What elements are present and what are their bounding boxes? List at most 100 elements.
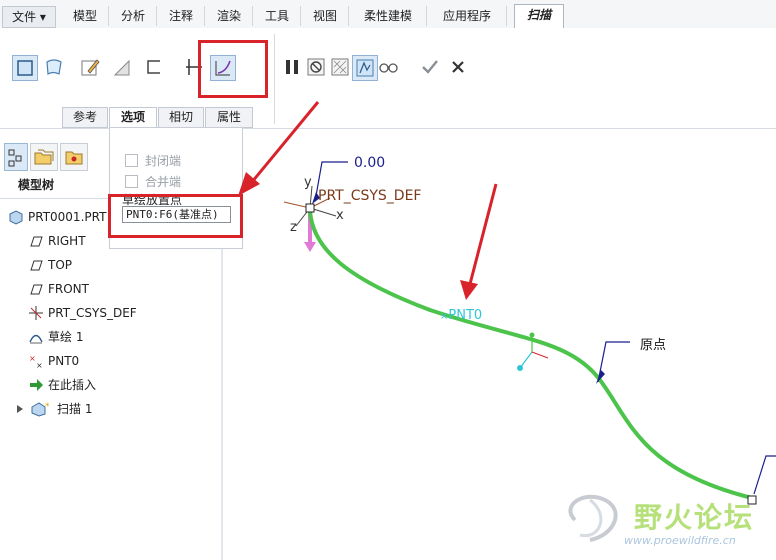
subtab-references[interactable]: 参考 bbox=[62, 107, 108, 128]
subtab-options[interactable]: 选项 bbox=[109, 107, 157, 128]
folder-browser-tab[interactable] bbox=[30, 143, 58, 171]
pencil-icon bbox=[81, 59, 100, 76]
variable-section-highlight bbox=[198, 40, 268, 98]
origin-leader-arrow bbox=[596, 370, 605, 384]
watermark-brand: 野火论坛 bbox=[634, 501, 755, 534]
tree-item-top[interactable]: TOP bbox=[48, 256, 72, 274]
ribbon-tab-bar: 文件 ▾ 模型 分析 注释 渲染 工具 视图 柔性建模 应用程序 扫描 bbox=[0, 0, 776, 29]
subtab-tangency[interactable]: 相切 bbox=[158, 107, 204, 128]
datum-plane-icon bbox=[30, 284, 43, 295]
tab-render[interactable]: 渲染 bbox=[206, 6, 253, 26]
glasses-icon bbox=[379, 63, 398, 73]
close-icon bbox=[452, 61, 464, 73]
csys-icon bbox=[29, 306, 43, 320]
watermark-url: www.proewildfire.cn bbox=[624, 534, 736, 547]
preview-mesh-button[interactable] bbox=[328, 55, 352, 79]
merge-ends-label: 合并端 bbox=[145, 175, 182, 189]
favorites-icon bbox=[65, 151, 83, 165]
tree-item-front[interactable]: FRONT bbox=[48, 280, 89, 298]
verify-preview-icon bbox=[356, 59, 374, 77]
no-preview-button[interactable] bbox=[304, 55, 328, 79]
svg-text:*: * bbox=[45, 402, 50, 412]
pnt0-handle[interactable] bbox=[517, 365, 523, 371]
ok-button[interactable] bbox=[418, 55, 442, 79]
solid-icon bbox=[17, 60, 33, 76]
sweep-feature-icon: * bbox=[31, 402, 50, 417]
insert-arrow-icon bbox=[30, 379, 43, 391]
sketch-button[interactable] bbox=[78, 55, 102, 79]
dimension-value[interactable]: 0.00 bbox=[354, 155, 385, 171]
datum-plane-icon bbox=[30, 236, 43, 247]
model-tree-title: 模型树 bbox=[18, 178, 55, 192]
start-direction-arrowhead bbox=[304, 242, 316, 252]
model-tree-tab[interactable] bbox=[4, 143, 28, 171]
csys-orange-axis bbox=[283, 201, 311, 209]
favorites-tab[interactable] bbox=[60, 143, 88, 171]
watermark-logo-inner bbox=[579, 498, 603, 538]
origin-label: 原点 bbox=[640, 338, 667, 353]
closed-ends-label: 封闭端 bbox=[145, 154, 182, 168]
solid-button[interactable] bbox=[12, 55, 38, 81]
tree-item-part[interactable]: PRT0001.PRT bbox=[28, 208, 106, 226]
tab-flexible-modeling[interactable]: 柔性建模 bbox=[350, 6, 427, 26]
tab-sweep[interactable]: 扫描 bbox=[514, 4, 564, 29]
end-leader bbox=[753, 455, 776, 495]
point-normal-line bbox=[519, 351, 533, 369]
tree-item-sketch[interactable]: 草绘 1 bbox=[48, 328, 83, 346]
callout-arrowhead-pnt0 bbox=[460, 280, 478, 300]
mesh-preview-icon bbox=[331, 58, 349, 76]
no-preview-icon bbox=[307, 58, 325, 76]
trajectory-start-handle[interactable] bbox=[305, 203, 315, 213]
checkmark-icon bbox=[422, 60, 438, 74]
cancel-button[interactable] bbox=[446, 55, 470, 79]
svg-text:×: × bbox=[29, 354, 36, 363]
svg-text:×: × bbox=[36, 361, 43, 369]
pnt0-label: ×PNT0 bbox=[440, 308, 483, 323]
verify-preview-button[interactable] bbox=[352, 55, 378, 81]
csys-x-axis bbox=[309, 207, 337, 217]
remove-material-button[interactable] bbox=[110, 55, 134, 79]
glasses-preview-button[interactable] bbox=[376, 55, 400, 79]
tree-item-pnt0[interactable]: PNT0 bbox=[48, 352, 79, 370]
tab-tools[interactable]: 工具 bbox=[254, 6, 301, 26]
surface-button[interactable] bbox=[42, 55, 66, 79]
ribbon-divider bbox=[274, 34, 275, 124]
merge-ends-checkbox[interactable] bbox=[125, 175, 138, 188]
axis-z-label: z bbox=[290, 220, 297, 235]
datum-plane-icon bbox=[30, 260, 43, 271]
csys-z-axis bbox=[295, 207, 311, 227]
origin-leader bbox=[597, 341, 630, 383]
axis-y-label: y bbox=[304, 175, 312, 190]
expand-arrow-icon[interactable] bbox=[12, 401, 28, 417]
tree-item-right[interactable]: RIGHT bbox=[48, 232, 86, 250]
thicken-button[interactable] bbox=[142, 55, 166, 79]
closed-ends-checkbox[interactable] bbox=[125, 154, 138, 167]
point-axis-line bbox=[531, 351, 549, 359]
tab-analysis[interactable]: 分析 bbox=[110, 6, 157, 26]
axis-x-label: x bbox=[336, 208, 344, 223]
sketch-origin-highlight bbox=[108, 194, 243, 238]
tab-applications[interactable]: 应用程序 bbox=[428, 6, 507, 26]
tree-icon bbox=[8, 149, 22, 167]
tree-item-insert-here[interactable]: 在此插入 bbox=[48, 376, 96, 394]
tree-item-csys[interactable]: PRT_CSYS_DEF bbox=[48, 304, 137, 322]
folders-icon bbox=[34, 149, 54, 165]
datum-point-icon: ×× bbox=[29, 354, 43, 369]
tab-annotate[interactable]: 注释 bbox=[158, 6, 205, 26]
watermark-logo bbox=[568, 494, 618, 542]
sweep-trajectory[interactable] bbox=[308, 208, 754, 500]
file-menu[interactable]: 文件 ▾ bbox=[2, 6, 56, 28]
subtab-properties[interactable]: 属性 bbox=[205, 107, 253, 128]
tree-item-sweep[interactable]: 扫描 1 bbox=[57, 400, 92, 418]
part-icon bbox=[9, 210, 23, 225]
tab-model[interactable]: 模型 bbox=[62, 6, 109, 26]
remove-material-icon bbox=[113, 59, 130, 76]
surface-icon bbox=[46, 59, 62, 76]
thicken-icon bbox=[147, 60, 160, 74]
csys-label: PRT_CSYS_DEF bbox=[318, 188, 422, 204]
pause-icon bbox=[286, 60, 298, 74]
point-tangent-handle[interactable] bbox=[529, 332, 535, 338]
sketch-icon bbox=[29, 334, 43, 344]
pause-button[interactable] bbox=[280, 55, 304, 79]
tab-view[interactable]: 视图 bbox=[302, 6, 349, 26]
